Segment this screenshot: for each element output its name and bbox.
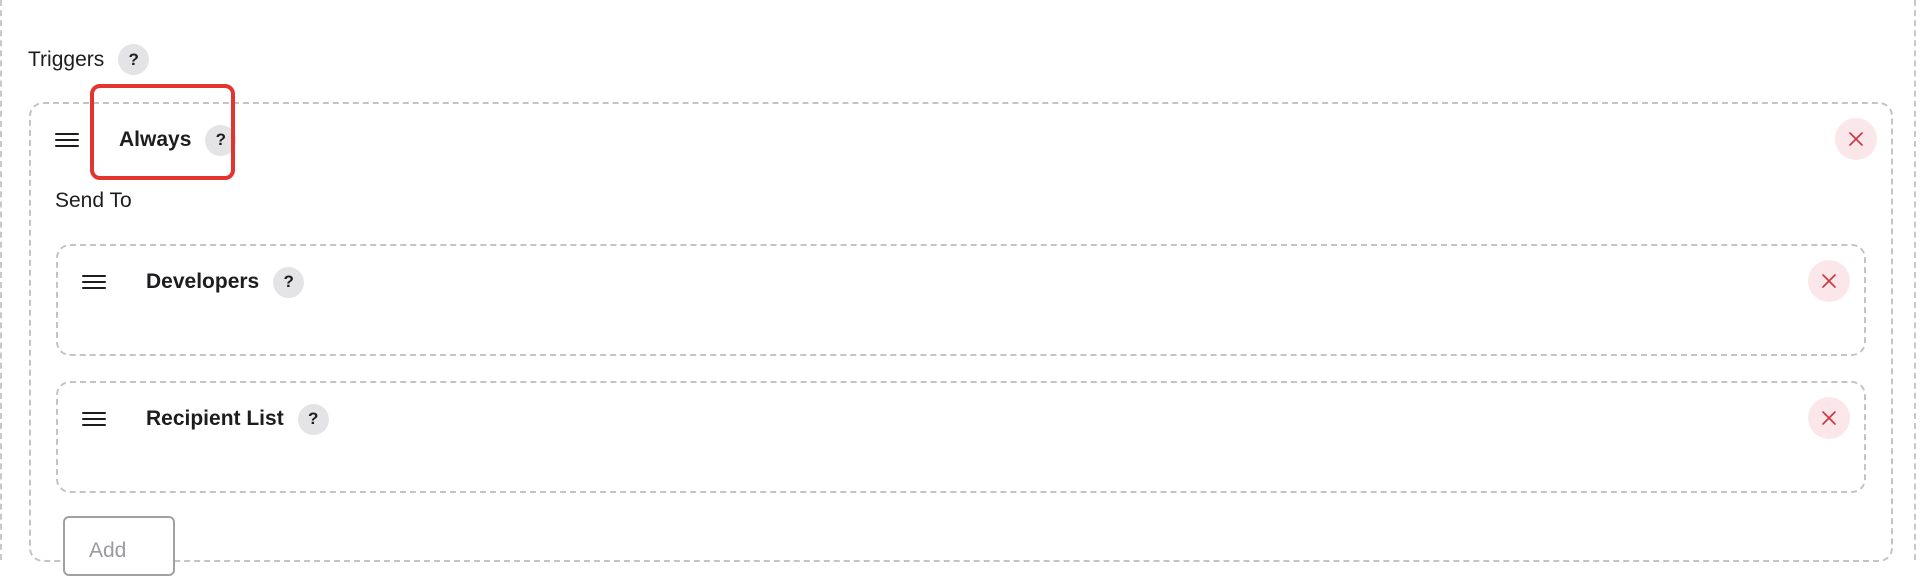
close-icon (1849, 132, 1863, 146)
recipient-list-box: Recipient List ? (56, 381, 1866, 493)
recipient-header: Developers ? (82, 246, 305, 318)
recipient-title: Recipient List (146, 407, 284, 430)
trigger-always-box: Always ? Send To Developers ? Recipient … (29, 102, 1893, 576)
recipient-developers-box: Developers ? (56, 244, 1866, 356)
delete-recipient-button[interactable] (1808, 260, 1850, 302)
delete-recipient-button[interactable] (1808, 397, 1850, 439)
drag-handle-icon[interactable] (82, 407, 106, 431)
send-to-label: Send To (55, 189, 132, 212)
trigger-header: Always ? (55, 104, 237, 176)
help-icon[interactable]: ? (205, 124, 237, 156)
help-icon[interactable]: ? (297, 403, 329, 435)
help-icon[interactable]: ? (118, 44, 150, 75)
delete-trigger-button[interactable] (1835, 118, 1877, 160)
drag-handle-icon[interactable] (55, 128, 79, 152)
recipient-title: Developers (146, 270, 260, 293)
triggers-heading: Triggers ? (28, 44, 150, 75)
drag-handle-icon[interactable] (82, 270, 106, 294)
trigger-title: Always (119, 128, 192, 151)
add-recipient-button[interactable]: Add (63, 516, 175, 576)
close-icon (1822, 274, 1836, 288)
help-icon[interactable]: ? (273, 266, 305, 298)
close-icon (1822, 411, 1836, 425)
recipient-header: Recipient List ? (82, 383, 329, 455)
triggers-label: Triggers (28, 47, 105, 71)
